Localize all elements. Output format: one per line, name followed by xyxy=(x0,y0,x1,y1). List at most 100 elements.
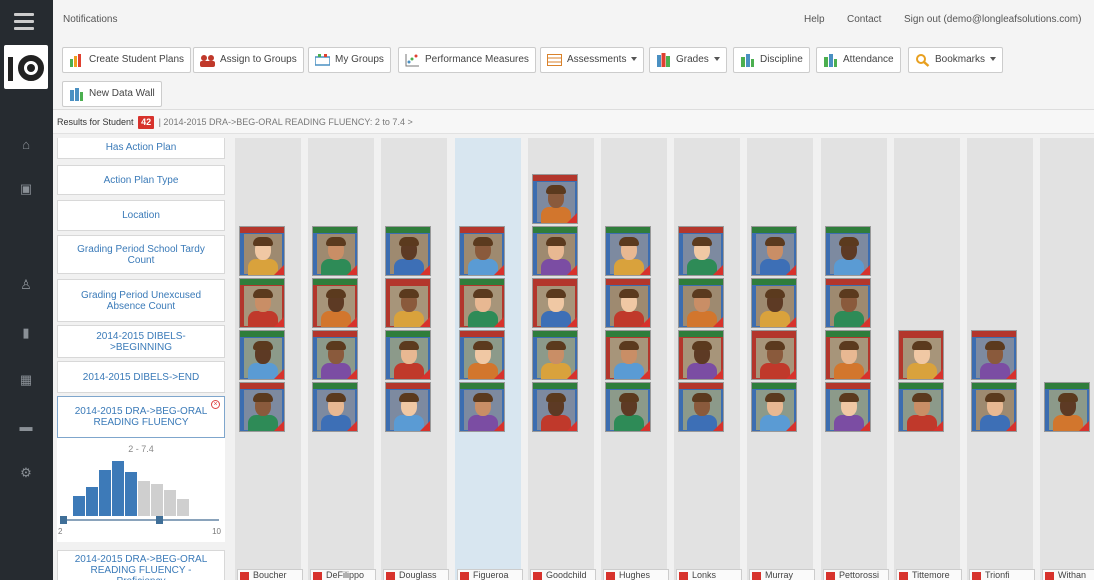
student-card[interactable] xyxy=(1044,382,1090,432)
home-icon[interactable]: ⌂ xyxy=(18,138,34,152)
student-card[interactable] xyxy=(825,382,871,432)
grades-dropdown[interactable]: Grades xyxy=(649,47,727,73)
bookmarks-dropdown[interactable]: Bookmarks xyxy=(908,47,1004,73)
my-groups-button[interactable]: My Groups xyxy=(308,47,391,73)
teacher-label[interactable]: Figueroa xyxy=(457,569,523,580)
student-card[interactable] xyxy=(825,226,871,276)
student-name-caption xyxy=(826,227,870,233)
teacher-label[interactable]: DeFilippo xyxy=(310,569,376,580)
filter-unexcused-absence-count[interactable]: Grading Period Unexcused Absence Count xyxy=(57,279,225,322)
student-card[interactable] xyxy=(605,278,651,328)
student-card[interactable] xyxy=(751,278,797,328)
menu-icon[interactable] xyxy=(14,13,34,34)
card-icon[interactable]: ▬ xyxy=(18,420,34,434)
student-card[interactable] xyxy=(825,278,871,328)
filter-dibels-end[interactable]: 2014-2015 DIBELS->END xyxy=(57,361,225,393)
student-photo-hair xyxy=(985,393,1005,402)
student-card[interactable] xyxy=(678,382,724,432)
student-card[interactable] xyxy=(312,330,358,380)
student-card[interactable] xyxy=(532,174,578,224)
users-icon[interactable]: ♙ xyxy=(18,278,34,292)
range-min-handle[interactable] xyxy=(60,516,67,524)
teacher-label[interactable]: Trionfi xyxy=(969,569,1035,580)
student-card[interactable] xyxy=(751,330,797,380)
filter-has-action-plan[interactable]: Has Action Plan xyxy=(57,138,225,159)
assign-to-groups-button[interactable]: Assign to Groups xyxy=(193,47,304,73)
student-card[interactable] xyxy=(825,330,871,380)
filter-dibels-beginning[interactable]: 2014-2015 DIBELS->BEGINNING xyxy=(57,325,225,358)
teacher-label[interactable]: Lonks xyxy=(676,569,742,580)
teacher-label[interactable]: Murray xyxy=(749,569,815,580)
student-card[interactable] xyxy=(385,278,431,328)
student-card[interactable] xyxy=(459,226,505,276)
teacher-label[interactable]: Withan xyxy=(1042,569,1094,580)
student-card[interactable] xyxy=(971,382,1017,432)
student-card[interactable] xyxy=(605,382,651,432)
student-card[interactable] xyxy=(898,382,944,432)
remove-filter-icon[interactable]: × xyxy=(211,400,220,409)
teacher-label[interactable]: Hughes xyxy=(603,569,669,580)
student-card[interactable] xyxy=(239,226,285,276)
student-card[interactable] xyxy=(459,278,505,328)
student-card[interactable] xyxy=(532,278,578,328)
teacher-label[interactable]: Douglass xyxy=(383,569,449,580)
assessments-dropdown[interactable]: Assessments xyxy=(540,47,645,73)
student-card[interactable] xyxy=(678,330,724,380)
teacher-label[interactable]: Boucher xyxy=(237,569,303,580)
student-card[interactable] xyxy=(751,382,797,432)
student-name-caption xyxy=(313,279,357,285)
student-card[interactable] xyxy=(385,382,431,432)
student-card[interactable] xyxy=(605,226,651,276)
groups-icon xyxy=(315,54,330,66)
student-card[interactable] xyxy=(898,330,944,380)
gear-icon[interactable]: ⚙ xyxy=(18,466,34,480)
filter-location[interactable]: Location xyxy=(57,200,225,231)
filter-dra-oral-reading-fluency[interactable]: 2014-2015 DRA->BEG-ORAL READING FLUENCY … xyxy=(57,396,225,438)
student-card[interactable] xyxy=(239,278,285,328)
student-card[interactable] xyxy=(385,226,431,276)
student-photo-hair xyxy=(839,289,859,298)
student-card[interactable] xyxy=(239,382,285,432)
new-data-wall-button[interactable]: New Data Wall xyxy=(62,81,162,107)
filter-school-tardy-count[interactable]: Grading Period School Tardy Count xyxy=(57,235,225,274)
filter-action-plan-type[interactable]: Action Plan Type xyxy=(57,165,225,195)
teacher-label[interactable]: Goodchild xyxy=(530,569,596,580)
student-card[interactable] xyxy=(312,382,358,432)
student-card[interactable] xyxy=(312,226,358,276)
teacher-flag-icon xyxy=(826,572,835,580)
filter-dra-proficiency[interactable]: 2014-2015 DRA->BEG-ORAL READING FLUENCY … xyxy=(57,550,225,580)
teacher-label[interactable]: Tittemore xyxy=(896,569,962,580)
student-card[interactable] xyxy=(239,330,285,380)
student-photo-hair xyxy=(253,341,273,350)
student-card[interactable] xyxy=(532,330,578,380)
flag-corner-icon xyxy=(494,265,504,275)
attendance-button[interactable]: Attendance xyxy=(816,47,901,73)
contact-link[interactable]: Contact xyxy=(847,14,881,25)
student-card[interactable] xyxy=(971,330,1017,380)
create-student-plans-button[interactable]: Create Student Plans xyxy=(62,47,192,73)
student-card[interactable] xyxy=(678,226,724,276)
student-card[interactable] xyxy=(459,330,505,380)
student-card[interactable] xyxy=(605,330,651,380)
range-max-handle[interactable] xyxy=(156,516,163,524)
teacher-label[interactable]: Pettorossi xyxy=(823,569,889,580)
page-title[interactable]: Notifications xyxy=(63,14,117,25)
discipline-button[interactable]: Discipline xyxy=(733,47,810,73)
flag-corner-icon xyxy=(274,265,284,275)
student-card[interactable] xyxy=(532,226,578,276)
flag-corner-icon xyxy=(860,421,870,431)
student-card[interactable] xyxy=(459,382,505,432)
student-card[interactable] xyxy=(385,330,431,380)
student-card[interactable] xyxy=(532,382,578,432)
dashboard-icon[interactable]: ▣ xyxy=(18,182,34,196)
bar-chart-icon[interactable]: ▮ xyxy=(18,326,34,340)
student-card[interactable] xyxy=(751,226,797,276)
filter-breadcrumb[interactable]: | 2014-2015 DRA->BEG-ORAL READING FLUENC… xyxy=(159,117,413,127)
histogram-bar xyxy=(125,472,137,516)
signout-link[interactable]: Sign out (demo@longleafsolutions.com) xyxy=(904,14,1081,25)
performance-measures-button[interactable]: Performance Measures xyxy=(398,47,536,73)
grid-icon[interactable]: ▦ xyxy=(18,373,34,387)
student-card[interactable] xyxy=(678,278,724,328)
help-link[interactable]: Help xyxy=(804,14,825,25)
student-card[interactable] xyxy=(312,278,358,328)
